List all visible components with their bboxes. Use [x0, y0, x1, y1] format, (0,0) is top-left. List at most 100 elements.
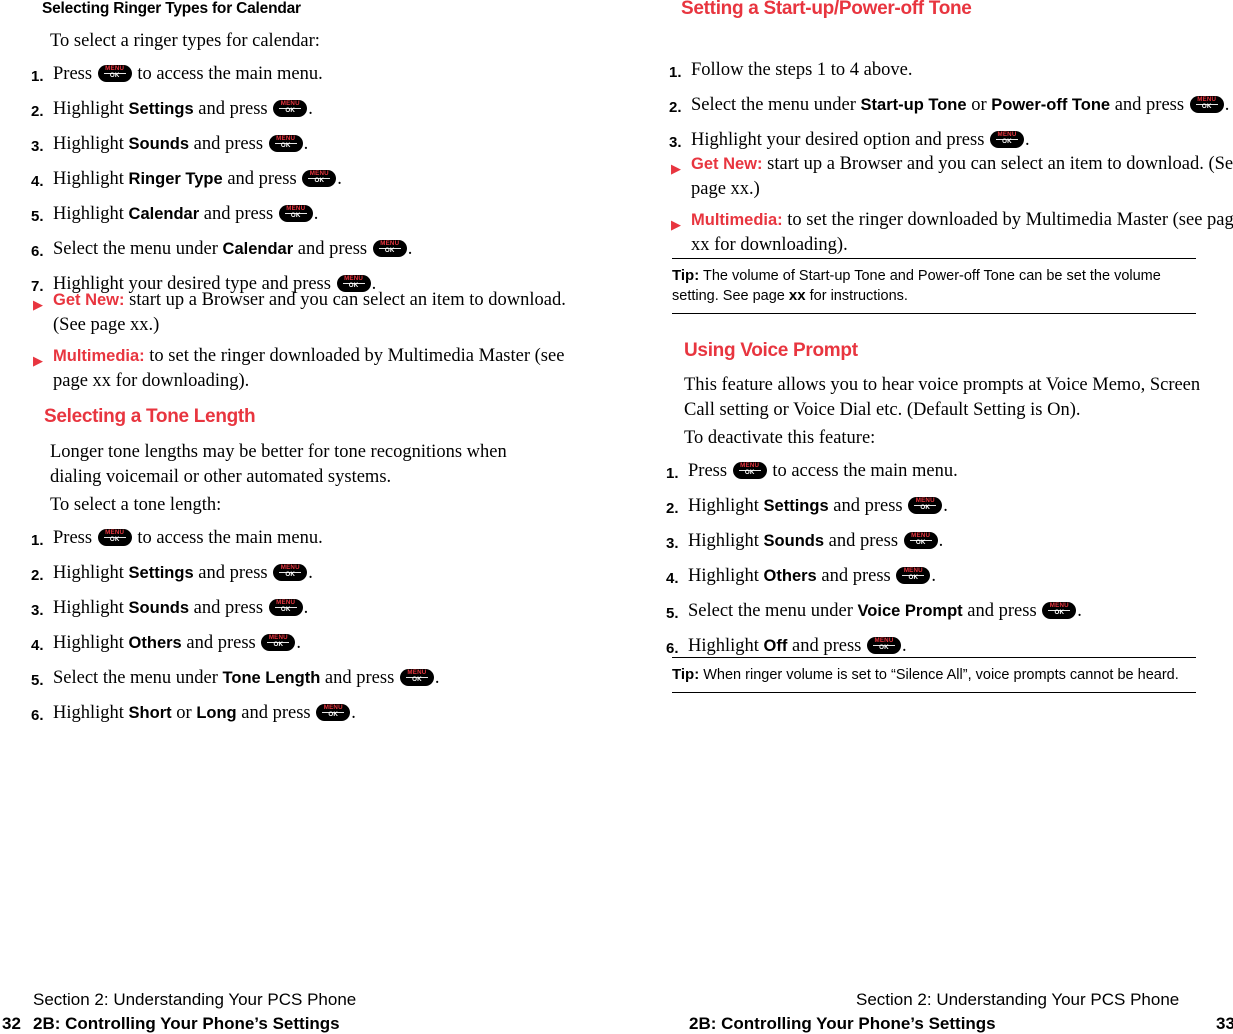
heading-selecting-ringer-types: Selecting Ringer Types for Calendar [42, 0, 301, 17]
step-text: Highlight Others and press MENU OK. [688, 564, 1233, 589]
tone-length-paragraph: Longer tone lengths may be better for to… [50, 442, 507, 487]
step-option-name: Calendar [128, 205, 200, 223]
step-number: 6. [31, 243, 44, 260]
step-text-mid: and press [787, 636, 866, 656]
list-item: ▶ Get New: start up a Browser and you can… [33, 288, 603, 338]
step-text: Highlight Settings and press MENU OK. [53, 97, 601, 122]
step-text-mid: and press [816, 566, 896, 586]
step-text-pre: Highlight your desired option and press [691, 130, 990, 150]
bullet-text: Get New: start up a Browser and you can … [691, 152, 1233, 202]
step-text-pre: Press [688, 461, 732, 481]
step-number: 5. [31, 208, 44, 225]
tip-box-silence-all: Tip: When ringer volume is set to “Silen… [672, 657, 1196, 693]
step-text: Highlight Short or Long and press MENU OK… [53, 701, 601, 726]
step-text-mid: and press [962, 601, 1042, 621]
step-text-pre: Highlight [53, 703, 129, 723]
step-text-mid: and press [1110, 95, 1189, 115]
menu-key-bottom-label: OK [412, 676, 422, 683]
intro-ringer: To select a ringer types for calendar: [50, 31, 320, 51]
step-text-post: to access the main menu. [132, 64, 323, 84]
menu-ok-key-icon: MENU OK [273, 564, 308, 581]
menu-ok-key-icon: MENU OK [268, 599, 303, 616]
step-text: Highlight Sounds and press MENU OK. [53, 132, 601, 157]
step-text: Press MENU OK to access the main menu. [53, 526, 601, 551]
step-text: Highlight Settings and press MENU OK. [53, 561, 601, 586]
menu-ok-key-icon: MENU OK [990, 131, 1025, 148]
tip-text-after: for instructions. [805, 288, 908, 304]
step-text-mid: and press [824, 531, 903, 551]
step-option-name: Settings [128, 100, 194, 118]
step-text-mid: and press [189, 134, 268, 154]
bullet-body: start up a Browser and you can select an… [691, 154, 1233, 199]
step-number: 4. [31, 173, 44, 190]
menu-ok-key-icon: MENU OK [268, 135, 303, 152]
step-number: 3. [666, 535, 679, 552]
step-text-mid: and press [236, 703, 316, 723]
step-number: 5. [31, 672, 44, 689]
triangle-bullet-icon: ▶ [33, 297, 43, 312]
tip-label-2: Tip: [672, 666, 700, 683]
step-option-name: Others [763, 567, 817, 585]
step-text-post: . [931, 566, 936, 586]
step-text: Highlight Settings and press MENU OK. [688, 494, 1233, 519]
step-option-name-2: Power-off Tone [991, 96, 1111, 114]
step-text-post: . [938, 531, 944, 551]
menu-ok-key-icon: MENU OK [903, 532, 938, 549]
step-option-name-2: Long [196, 704, 237, 722]
step-option-name: Voice Prompt [857, 602, 963, 620]
step-text-mid: and press [189, 598, 268, 618]
step-text-mid: and press [293, 239, 372, 259]
list-item: 3. Highlight Sounds and press MENU OK. [666, 529, 1233, 556]
step-text-post: . [337, 169, 342, 189]
menu-ok-key-icon: MENU OK [866, 637, 901, 654]
page-number-left: 32 [2, 1014, 21, 1033]
triangle-bullet-icon: ▶ [671, 161, 681, 176]
list-item: 4. Highlight Others and press MENU OK. [666, 564, 1233, 591]
menu-ok-key-icon: MENU OK [273, 100, 308, 117]
step-text-mid: and press [828, 496, 908, 516]
step-text-pre: Highlight [53, 99, 129, 119]
bullet-label: Get New: [691, 155, 763, 173]
step-number: 4. [666, 570, 679, 587]
tip-silence-text: Tip: When ringer volume is set to “Silen… [672, 665, 1196, 685]
step-text-post: . [303, 598, 309, 618]
step-text-post: . [901, 636, 907, 656]
menu-key-bottom-label: OK [285, 571, 296, 578]
tone-steps-list: 1. Press MENU OK to access the main menu. 2… [31, 526, 601, 736]
list-item: 2. Highlight Settings and press MENU OK. [31, 97, 601, 124]
menu-key-bottom-label: OK [109, 536, 120, 543]
step-number: 6. [31, 707, 44, 724]
voice-prompt-paragraph: This feature allows you to hear voice pr… [684, 375, 1201, 420]
tip-text-before: The volume of Start-up Tone and Power-of… [672, 268, 1161, 304]
menu-key-bottom-label: OK [285, 107, 296, 114]
page-left: Selecting Ringer Types for Calendar To s… [0, 0, 616, 1034]
step-option-name: Tone Length [222, 669, 321, 687]
step-number: 2. [669, 99, 682, 116]
step-option-name: Settings [763, 497, 829, 515]
step-text-post: . [303, 134, 309, 154]
page-right: Setting a Start-up/Power-off Tone 1. Foll… [616, 0, 1233, 1034]
step-text-post: . [296, 633, 301, 653]
step-text: Highlight Sounds and press MENU OK. [53, 596, 601, 621]
menu-key-bottom-label: OK [744, 469, 755, 476]
step-text: Highlight Calendar and press MENU OK. [53, 202, 601, 227]
step-text-mid: and press [193, 99, 273, 119]
step-number: 2. [666, 500, 679, 517]
menu-ok-key-icon: MENU OK [97, 529, 132, 546]
menu-ok-key-icon: MENU OK [316, 704, 351, 721]
step-text-post: . [351, 703, 356, 723]
list-item: 2. Highlight Settings and press MENU OK. [31, 561, 601, 588]
heading-setting-startup-poweroff-tone: Setting a Start-up/Power-off Tone [681, 0, 972, 19]
step-text-mid: and press [199, 204, 278, 224]
bullet-text: Multimedia: to set the ringer downloaded… [53, 344, 603, 394]
step-option-name: Sounds [128, 599, 190, 617]
step-text-pre: Select the menu under [53, 668, 223, 688]
step-text-pre: Highlight [53, 169, 129, 189]
list-item: 4. Highlight Ringer Type and press MENU OK… [31, 167, 601, 194]
menu-ok-key-icon: MENU OK [278, 205, 313, 222]
menu-ok-key-icon: MENU OK [1042, 602, 1077, 619]
list-item: 4. Highlight Others and press MENU OK. [31, 631, 601, 658]
step-text-conj: or [966, 95, 992, 115]
menu-key-bottom-label: OK [273, 641, 284, 648]
tip2-text-before: When ringer volume is set to “Silence Al… [699, 667, 1179, 683]
